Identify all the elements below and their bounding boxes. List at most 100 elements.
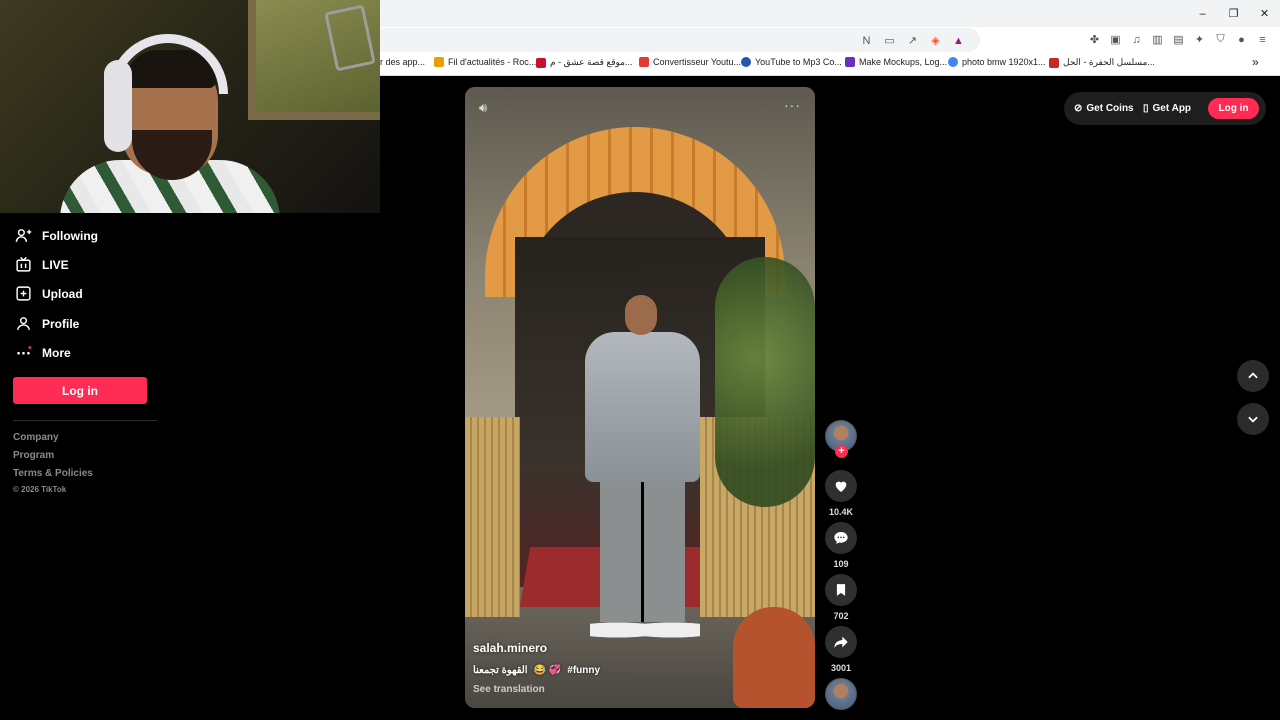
video-person-body (585, 332, 700, 482)
sidebar-item-following[interactable]: Following (15, 227, 98, 244)
save-count: 702 (833, 611, 849, 621)
video-flower-pot (733, 607, 815, 708)
like-count: 10.4K (828, 507, 854, 517)
comment-button[interactable] (825, 522, 857, 554)
get-app-link[interactable]: ▯ Get App (1143, 103, 1191, 114)
brave-rewards-icon[interactable]: ▲ (951, 33, 966, 48)
sidebar-item-live[interactable]: LIVE (15, 256, 69, 273)
profile-avatar-icon[interactable]: ● (1234, 32, 1249, 47)
caption-emoji: 😂 💞 (533, 665, 562, 676)
bookmark-item[interactable]: مسلسل الحفرة - الحل... (1049, 57, 1155, 68)
share-count: 3001 (830, 663, 852, 673)
translate-icon[interactable]: N (859, 33, 874, 48)
video-bamboo-fence-left (465, 417, 520, 617)
video-person-shoes (590, 617, 700, 643)
phone-icon: ▯ (1143, 103, 1149, 114)
sidebar-item-label: Following (42, 228, 98, 243)
get-coins-label: Get Coins (1086, 103, 1134, 114)
bookmark-favicon (639, 57, 649, 67)
sidebar-divider (13, 420, 157, 421)
bookmark-item[interactable]: photo bmw 1920x1... (948, 57, 1046, 67)
bookmarks-bar: r des app... Fil d'actualités - Roc... م… (380, 53, 1280, 76)
save-button[interactable] (825, 574, 857, 606)
hashtag-link[interactable]: #funny (567, 665, 600, 676)
bookmark-favicon (536, 57, 546, 68)
extensions-icon[interactable]: ✤ (1087, 32, 1102, 47)
address-bar[interactable]: N ▭ ↗ ◈ ▲ (380, 28, 980, 52)
share-arrow-icon (834, 636, 848, 648)
bookmark-item[interactable]: YouTube to Mp3 Co... (741, 57, 842, 67)
sidebar-icon[interactable]: ▥ (1150, 32, 1165, 47)
media-icon[interactable]: ♫ (1129, 32, 1144, 47)
sidebar-item-upload[interactable]: Upload (15, 285, 83, 302)
browser-toolbar: N ▭ ↗ ◈ ▲ ✤ ▣ ♫ ▥ ▤ ✦ ⛉ ● ≡ (380, 27, 1280, 53)
minimize-button[interactable]: – (1187, 0, 1218, 27)
video-caption: القهوة تجمعنا 😂 💞 #funny (473, 665, 600, 676)
video-person-legs (600, 472, 685, 622)
profile-icon (17, 317, 30, 330)
leo-icon[interactable]: ✦ (1192, 32, 1207, 47)
following-icon (15, 229, 32, 242)
share-button[interactable] (825, 626, 857, 658)
vpn-icon[interactable]: ⛉ (1213, 32, 1228, 47)
video-top-controls: 🔊︎ ··· (465, 87, 815, 127)
get-coins-link[interactable]: ⊘ Get Coins (1074, 103, 1134, 114)
menu-icon[interactable]: ≡ (1255, 32, 1270, 47)
follow-plus-icon[interactable]: + (835, 445, 848, 458)
music-disc-avatar[interactable] (825, 678, 857, 710)
bookmark-favicon (434, 57, 444, 67)
previous-video-button[interactable] (1237, 360, 1269, 392)
upload-icon (16, 286, 31, 301)
comment-action[interactable]: 109 (825, 522, 857, 569)
sidebar-item-profile[interactable]: Profile (15, 315, 79, 332)
sidebar-item-label: Profile (42, 316, 80, 331)
extensions-bar: ✤ ▣ ♫ ▥ ▤ ✦ ⛉ ● ≡ (1087, 32, 1270, 47)
footer-link-company[interactable]: Company (13, 432, 59, 443)
like-button[interactable] (825, 470, 857, 502)
header-login-button[interactable]: Log in (1208, 98, 1259, 119)
footer-link-program[interactable]: Program (13, 450, 54, 461)
header-actions: ⊘ Get Coins ▯ Get App Log in (1064, 92, 1266, 125)
save-action[interactable]: 702 (825, 574, 857, 621)
video-person-head (625, 295, 657, 335)
next-video-button[interactable] (1237, 403, 1269, 435)
volume-icon[interactable]: 🔊︎ (479, 100, 487, 116)
wallet-icon[interactable]: ▤ (1171, 32, 1186, 47)
bookmark-item[interactable]: موقع قصة عشق - م... (536, 57, 633, 68)
webcam-overlay (0, 0, 380, 213)
close-button[interactable]: ✕ (1249, 0, 1280, 27)
bookmark-item[interactable]: Make Mockups, Log... (845, 57, 947, 67)
video-player[interactable]: 🔊︎ ··· salah.minero القهوة تجمعنا 😂 💞 #f… (465, 87, 815, 708)
comment-count: 109 (833, 559, 849, 569)
creator-avatar[interactable]: + (825, 420, 857, 458)
chevron-up-icon (1248, 372, 1258, 379)
more-bookmarks-button[interactable]: » (1252, 55, 1259, 69)
like-action[interactable]: 10.4K (825, 470, 857, 517)
bookmark-item[interactable]: r des app... (380, 57, 425, 67)
chevron-down-icon (1248, 416, 1258, 423)
see-translation-link[interactable]: See translation (473, 684, 545, 695)
live-icon (16, 256, 31, 272)
cast-icon[interactable]: ▭ (882, 33, 897, 48)
bookmark-favicon (845, 57, 855, 67)
bookmark-item[interactable]: Fil d'actualités - Roc... (434, 57, 536, 67)
brave-shield-icon[interactable]: ◈ (928, 33, 943, 48)
share-icon[interactable]: ↗ (905, 33, 920, 48)
bookmark-favicon (741, 57, 751, 67)
more-icon (17, 346, 32, 355)
video-username[interactable]: salah.minero (473, 641, 547, 655)
footer-link-terms[interactable]: Terms & Policies (13, 468, 93, 479)
heart-icon (835, 481, 847, 492)
tab-search-icon[interactable]: ▣ (1108, 32, 1123, 47)
sound-avatar[interactable] (825, 678, 857, 710)
bookmark-item[interactable]: Convertisseur Youtu... (639, 57, 741, 67)
sidebar-item-more[interactable]: More (15, 344, 71, 361)
caption-text: القهوة تجمعنا (473, 665, 528, 676)
share-action[interactable]: 3001 (825, 626, 857, 673)
headphones-earcup (104, 60, 132, 152)
sidebar-item-label: Upload (42, 286, 83, 301)
video-more-options-button[interactable]: ··· (784, 97, 801, 113)
bookmark-favicon (1049, 57, 1059, 68)
restore-button[interactable]: ❐ (1218, 0, 1249, 27)
sidebar-login-button[interactable]: Log in (13, 377, 147, 404)
